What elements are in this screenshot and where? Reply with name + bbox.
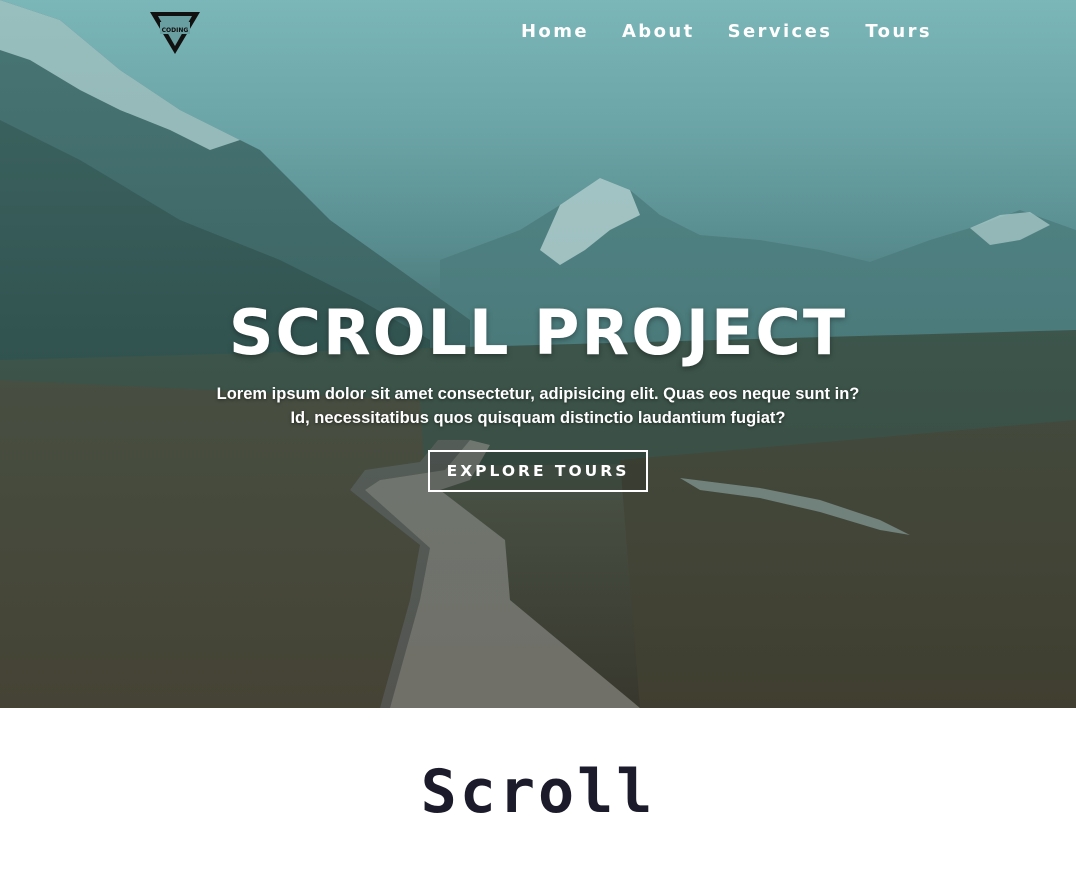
nav-tours[interactable]: Tours (865, 21, 932, 42)
hero-section: CODING Home About Services Tours SCROLL … (0, 0, 1076, 708)
page-heading: Scroll (420, 757, 656, 827)
nav-home[interactable]: Home (521, 21, 589, 42)
explore-tours-button[interactable]: EXPLORE TOURS (427, 450, 649, 492)
hero-content: SCROLL PROJECT Lorem ipsum dolor sit ame… (0, 296, 1076, 492)
main-nav: Home About Services Tours (521, 21, 932, 42)
nav-services[interactable]: Services (728, 21, 833, 42)
logo-text: CODING (162, 27, 189, 34)
hero-title: SCROLL PROJECT (228, 296, 848, 369)
nav-about[interactable]: About (622, 21, 695, 42)
logo-icon: CODING (150, 12, 200, 54)
hero-text: Lorem ipsum dolor sit amet consectetur, … (216, 385, 860, 427)
coding-addict-logo[interactable]: CODING (148, 10, 202, 56)
